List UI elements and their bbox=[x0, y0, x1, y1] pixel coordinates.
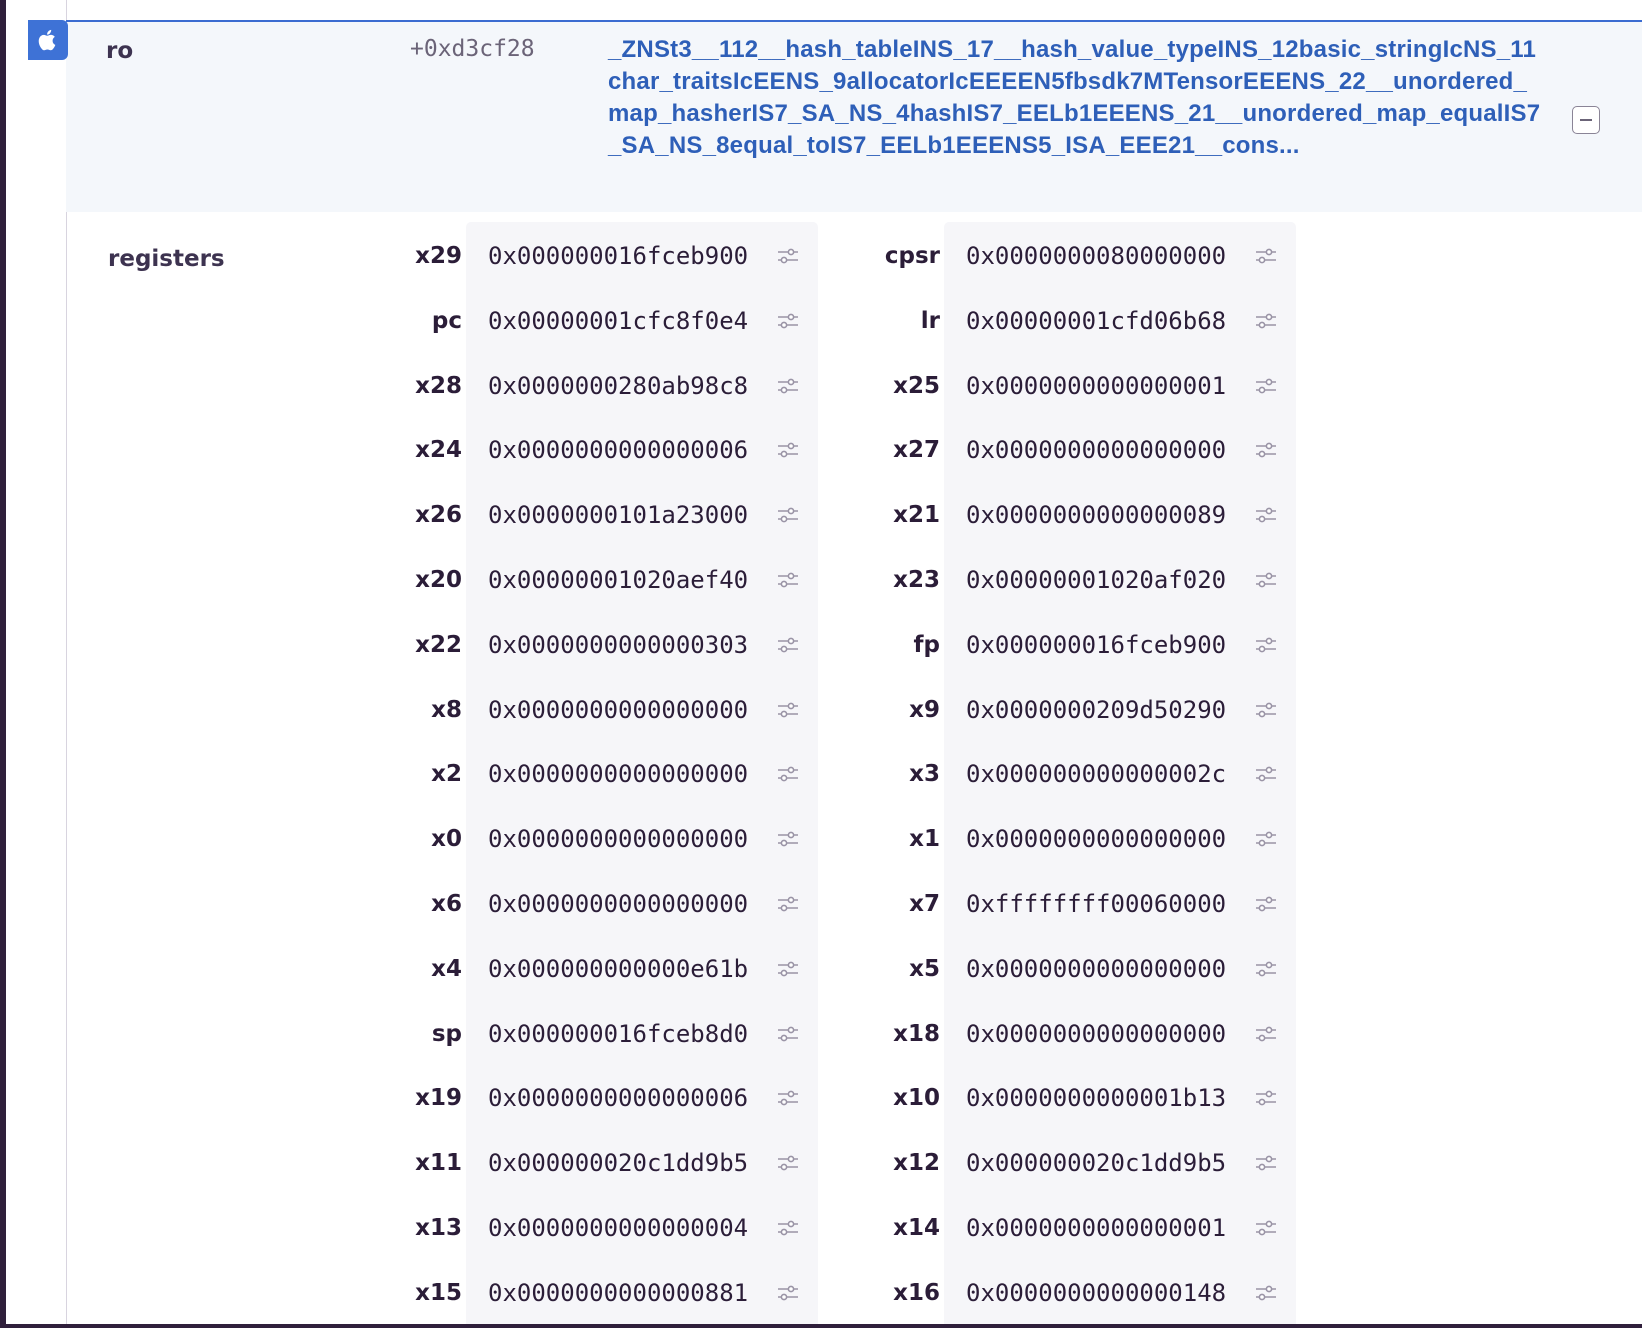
register-value[interactable]: 0x0000000000000000 bbox=[966, 825, 1226, 853]
stack-frame-row[interactable]: ro +0xd3cf28 _ZNSt3__112__hash_tableINS_… bbox=[66, 20, 1642, 212]
sliders-icon[interactable] bbox=[1254, 959, 1278, 979]
register-row: x9 0x0000000209d50290 bbox=[0, 690, 1642, 730]
register-name: x10 bbox=[893, 1085, 940, 1112]
register-value[interactable]: 0x00000001cfd06b68 bbox=[966, 307, 1226, 335]
register-row: x12 0x000000020c1dd9b5 bbox=[0, 1143, 1642, 1183]
window-edge-bottom bbox=[0, 1324, 1642, 1328]
register-value[interactable]: 0xffffffff00060000 bbox=[966, 890, 1226, 918]
sliders-icon[interactable] bbox=[1254, 635, 1278, 655]
register-name: x3 bbox=[909, 761, 940, 788]
register-name: x25 bbox=[893, 372, 940, 399]
register-value[interactable]: 0x0000000000000148 bbox=[966, 1279, 1226, 1307]
register-name: x1 bbox=[909, 826, 940, 853]
sliders-icon[interactable] bbox=[1254, 376, 1278, 396]
register-row: x14 0x0000000000000001 bbox=[0, 1208, 1642, 1248]
apple-icon bbox=[28, 20, 68, 60]
register-row: cpsr 0x0000000080000000 bbox=[0, 236, 1642, 276]
register-name: x5 bbox=[909, 955, 940, 982]
frame-function[interactable]: _ZNSt3__112__hash_tableINS_17__hash_valu… bbox=[608, 34, 1548, 162]
register-row: x7 0xffffffff00060000 bbox=[0, 884, 1642, 924]
register-value[interactable]: 0x00000001020af020 bbox=[966, 566, 1226, 594]
register-value[interactable]: 0x0000000209d50290 bbox=[966, 696, 1226, 724]
register-value[interactable]: 0x0000000000000000 bbox=[966, 1020, 1226, 1048]
register-row: x5 0x0000000000000000 bbox=[0, 949, 1642, 989]
sliders-icon[interactable] bbox=[1254, 570, 1278, 590]
register-value[interactable]: 0x000000000000002c bbox=[966, 760, 1226, 788]
sliders-icon[interactable] bbox=[1254, 764, 1278, 784]
register-value[interactable]: 0x0000000000000001 bbox=[966, 1214, 1226, 1242]
sliders-icon[interactable] bbox=[1254, 700, 1278, 720]
register-row: x10 0x0000000000001b13 bbox=[0, 1078, 1642, 1118]
sliders-icon[interactable] bbox=[1254, 1024, 1278, 1044]
register-row: x3 0x000000000000002c bbox=[0, 754, 1642, 794]
register-row: x27 0x0000000000000000 bbox=[0, 430, 1642, 470]
sliders-icon[interactable] bbox=[1254, 505, 1278, 525]
collapse-icon bbox=[1580, 119, 1592, 121]
frame-address: +0xd3cf28 bbox=[410, 36, 535, 62]
register-name: lr bbox=[920, 307, 940, 334]
register-name: x21 bbox=[893, 502, 940, 529]
register-name: x12 bbox=[893, 1150, 940, 1177]
register-name: x27 bbox=[893, 437, 940, 464]
sliders-icon[interactable] bbox=[1254, 829, 1278, 849]
register-name: x23 bbox=[893, 567, 940, 593]
register-row: lr 0x00000001cfd06b68 bbox=[0, 301, 1642, 341]
collapse-button[interactable] bbox=[1572, 106, 1600, 134]
register-row: x1 0x0000000000000000 bbox=[0, 819, 1642, 859]
sliders-icon[interactable] bbox=[1254, 1153, 1278, 1173]
sliders-icon[interactable] bbox=[1254, 1218, 1278, 1238]
register-value[interactable]: 0x0000000000000001 bbox=[966, 372, 1226, 400]
register-name: x14 bbox=[893, 1215, 940, 1241]
register-name: cpsr bbox=[884, 243, 940, 269]
register-name: x18 bbox=[893, 1020, 940, 1047]
register-value[interactable]: 0x0000000000000000 bbox=[966, 436, 1226, 464]
register-name: x9 bbox=[909, 696, 940, 723]
register-row: x18 0x0000000000000000 bbox=[0, 1014, 1642, 1054]
sliders-icon[interactable] bbox=[1254, 1283, 1278, 1303]
register-value[interactable]: 0x0000000000000089 bbox=[966, 501, 1226, 529]
sliders-icon[interactable] bbox=[1254, 1088, 1278, 1108]
register-row: x23 0x00000001020af020 bbox=[0, 560, 1642, 600]
sliders-icon[interactable] bbox=[1254, 440, 1278, 460]
register-row: fp 0x000000016fceb900 bbox=[0, 625, 1642, 665]
register-value[interactable]: 0x0000000000000000 bbox=[966, 955, 1226, 983]
frame-package: ro bbox=[106, 38, 134, 64]
register-value[interactable]: 0x0000000080000000 bbox=[966, 242, 1226, 270]
register-row: x21 0x0000000000000089 bbox=[0, 495, 1642, 535]
register-name: fp bbox=[913, 631, 940, 658]
register-row: x16 0x0000000000000148 bbox=[0, 1273, 1642, 1313]
register-value[interactable]: 0x000000020c1dd9b5 bbox=[966, 1149, 1226, 1177]
register-name: x16 bbox=[893, 1279, 940, 1306]
register-name: x7 bbox=[909, 891, 940, 917]
register-row: x25 0x0000000000000001 bbox=[0, 366, 1642, 406]
sliders-icon[interactable] bbox=[1254, 311, 1278, 331]
register-value[interactable]: 0x0000000000001b13 bbox=[966, 1084, 1226, 1112]
register-value[interactable]: 0x000000016fceb900 bbox=[966, 631, 1226, 659]
sliders-icon[interactable] bbox=[1254, 246, 1278, 266]
sliders-icon[interactable] bbox=[1254, 894, 1278, 914]
